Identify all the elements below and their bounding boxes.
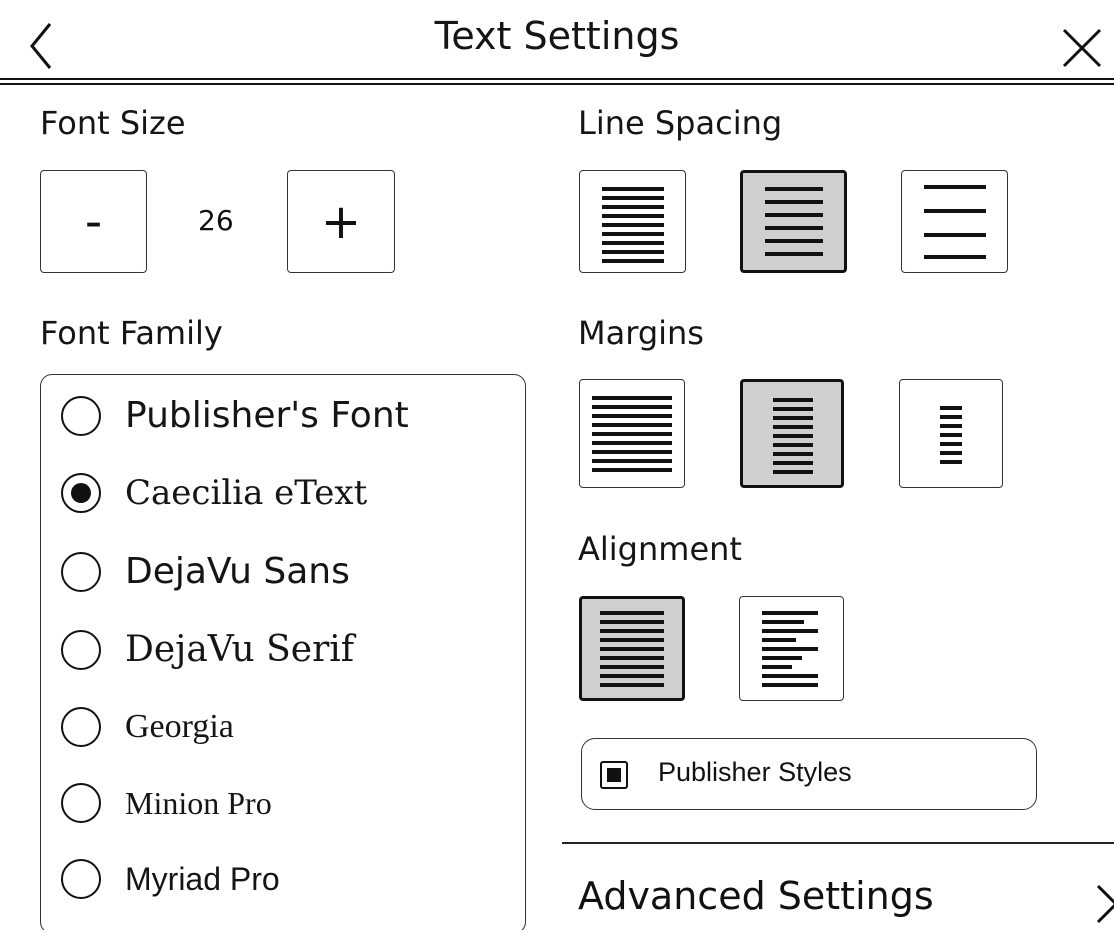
font-option-publishers-font[interactable]: Publisher's Font	[61, 395, 409, 436]
font-option-label: Caecilia eText	[125, 473, 368, 513]
publisher-styles-label: Publisher Styles	[658, 757, 852, 787]
increase-font-button[interactable]: +	[287, 170, 395, 273]
radio-icon[interactable]	[61, 859, 101, 899]
checkbox-checked-icon[interactable]	[600, 761, 628, 789]
radio-icon[interactable]	[61, 783, 101, 823]
radio-selected-icon[interactable]	[61, 473, 101, 513]
line-spacing-wide-button[interactable]	[901, 170, 1008, 273]
line-spacing-normal-button[interactable]	[740, 170, 847, 273]
font-option-georgia[interactable]: Georgia	[61, 707, 234, 747]
page-title: Text Settings	[434, 14, 680, 58]
font-option-dejavu-sans[interactable]: DejaVu Sans	[61, 551, 350, 592]
advanced-divider	[562, 842, 1114, 844]
radio-icon[interactable]	[61, 629, 101, 670]
decrease-font-label: -	[84, 193, 103, 250]
font-size-label: Font Size	[40, 104, 186, 142]
advanced-settings-link[interactable]: Advanced Settings	[578, 874, 934, 918]
font-option-dejavu-serif[interactable]: DejaVu Serif	[61, 629, 354, 670]
increase-font-label: +	[320, 193, 362, 250]
alignment-justify-button[interactable]	[579, 596, 685, 701]
chevron-right-icon	[1096, 884, 1114, 924]
decrease-font-button[interactable]: -	[40, 170, 147, 273]
font-option-caecilia-etext[interactable]: Caecilia eText	[61, 473, 367, 513]
font-size-value: 26	[198, 204, 234, 237]
font-option-minion-pro[interactable]: Minion Pro	[61, 783, 272, 823]
font-option-label: Georgia	[125, 708, 234, 745]
radio-icon[interactable]	[61, 395, 101, 436]
close-icon	[1062, 28, 1102, 68]
font-family-list: Publisher's Font Caecilia eText DejaVu S…	[40, 374, 526, 930]
line-spacing-compact-button[interactable]	[579, 170, 686, 273]
header-bar: Text Settings	[0, 0, 1114, 84]
font-option-label: Myriad Pro	[125, 860, 280, 897]
header-divider-double	[0, 83, 1114, 85]
margins-wide-button[interactable]	[899, 379, 1003, 488]
header-divider	[0, 78, 1114, 80]
font-option-label: DejaVu Serif	[125, 629, 355, 670]
font-option-label: DejaVu Sans	[125, 551, 350, 592]
font-family-label: Font Family	[40, 314, 223, 352]
advanced-settings-button[interactable]	[1092, 882, 1114, 926]
margins-label: Margins	[578, 314, 704, 352]
close-button[interactable]	[1058, 24, 1106, 72]
font-option-myriad-pro[interactable]: Myriad Pro	[61, 859, 280, 899]
margins-narrow-button[interactable]	[579, 379, 685, 488]
radio-icon[interactable]	[61, 707, 101, 747]
alignment-label: Alignment	[578, 530, 742, 568]
line-spacing-label: Line Spacing	[578, 104, 783, 142]
font-option-label: Minion Pro	[125, 784, 272, 821]
alignment-left-button[interactable]	[739, 596, 844, 701]
font-option-label: Publisher's Font	[125, 395, 409, 436]
publisher-styles-toggle[interactable]: Publisher Styles	[581, 738, 1037, 810]
margins-medium-button[interactable]	[740, 379, 844, 488]
radio-icon[interactable]	[61, 551, 101, 592]
